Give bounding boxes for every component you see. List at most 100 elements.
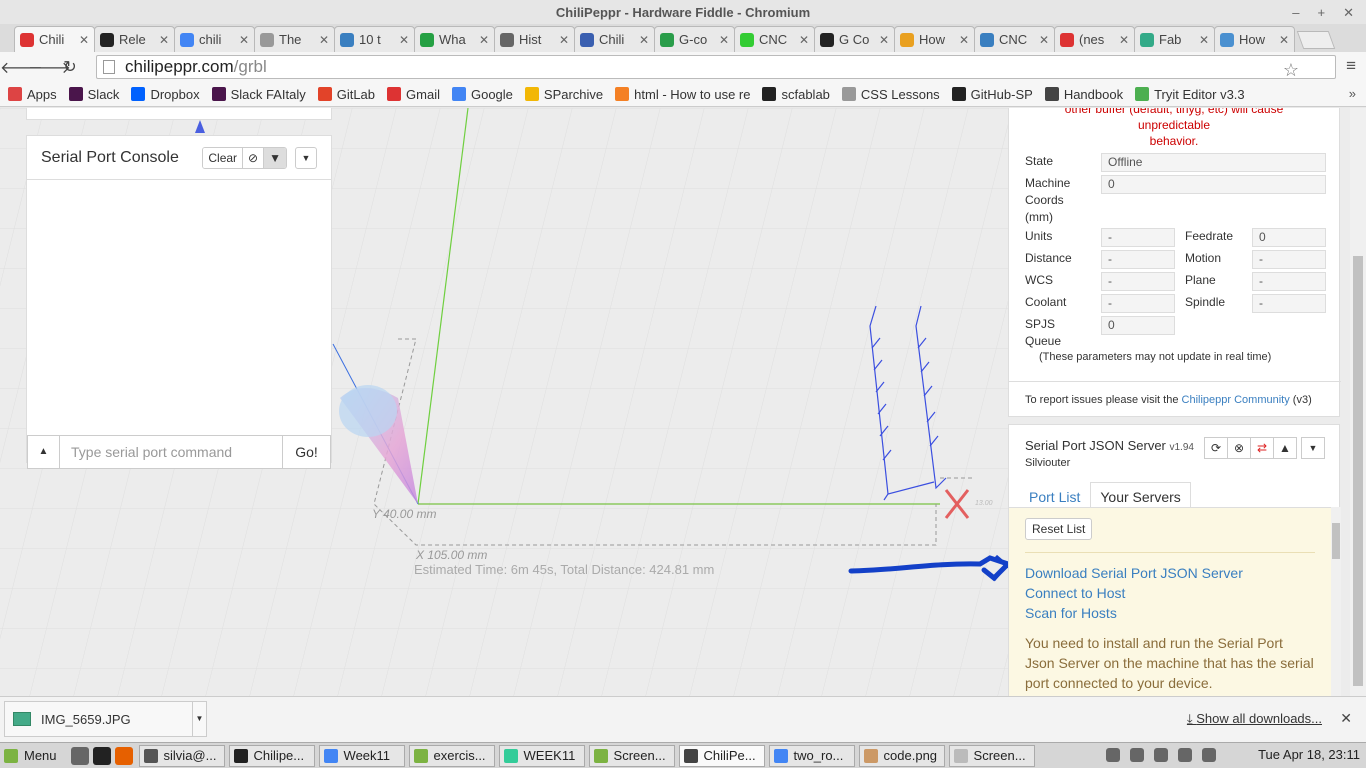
servers-scrollbar[interactable] xyxy=(1331,507,1341,696)
bookmark-item[interactable]: html - How to use re xyxy=(615,87,750,102)
bookmark-item[interactable]: Apps xyxy=(8,87,57,102)
taskbar-window[interactable]: two_ro... xyxy=(768,744,855,767)
firefox-icon[interactable] xyxy=(114,746,133,765)
cycle-icon[interactable]: ⇄ xyxy=(1250,437,1274,459)
forward-icon[interactable]: 🡒 xyxy=(28,57,71,78)
download-spjs-link[interactable]: Download Serial Port JSON Server xyxy=(1025,563,1315,583)
close-tab-icon[interactable]: ✕ xyxy=(799,33,809,47)
taskbar-window[interactable]: WEEK11 xyxy=(498,744,585,767)
close-tab-icon[interactable]: ✕ xyxy=(1039,33,1049,47)
browser-tab[interactable]: Chili ✕ xyxy=(14,26,95,52)
taskbar-window[interactable]: exercis... xyxy=(408,744,495,767)
reset-list-button[interactable]: Reset List xyxy=(1025,518,1093,540)
browser-tab[interactable]: CNC ✕ xyxy=(974,26,1055,52)
taskbar-window[interactable]: silvia@... xyxy=(138,744,225,767)
network-icon[interactable] xyxy=(1130,748,1144,762)
shield-icon[interactable] xyxy=(1106,748,1120,762)
taskbar-window[interactable]: code.png xyxy=(858,744,945,767)
browser-tab[interactable]: chili ✕ xyxy=(174,26,255,52)
spjs-dropdown-icon[interactable]: ▼ xyxy=(1301,437,1325,459)
community-link[interactable]: Chilipeppr Community xyxy=(1182,394,1290,406)
download-menu-icon[interactable]: ▼ xyxy=(192,702,206,736)
bookmark-item[interactable]: Google xyxy=(451,87,513,102)
go-button[interactable]: Go! xyxy=(283,435,331,469)
battery-icon[interactable] xyxy=(1202,748,1216,762)
close-tab-icon[interactable]: ✕ xyxy=(879,33,889,47)
close-tab-icon[interactable]: ✕ xyxy=(159,33,169,47)
browser-tab[interactable]: Fab ✕ xyxy=(1134,26,1215,52)
bookmark-item[interactable]: Tryit Editor v3.3 xyxy=(1135,87,1245,102)
close-tab-icon[interactable]: ✕ xyxy=(479,33,489,47)
collapse-icon[interactable]: ▲ xyxy=(1273,437,1297,459)
browser-tab[interactable]: Chili ✕ xyxy=(574,26,655,52)
close-tab-icon[interactable]: ✕ xyxy=(959,33,969,47)
close-tab-icon[interactable]: ✕ xyxy=(719,33,729,47)
bookmark-item[interactable]: Slack xyxy=(68,87,119,102)
filter-icon[interactable]: ▼ xyxy=(264,147,286,168)
bookmark-item[interactable]: Dropbox xyxy=(131,87,200,102)
bookmark-item[interactable]: GitLab xyxy=(317,87,375,102)
bookmark-item[interactable]: scfablab xyxy=(762,87,830,102)
close-tab-icon[interactable]: ✕ xyxy=(1119,33,1129,47)
browser-tab[interactable]: CNC ✕ xyxy=(734,26,815,52)
bookmarks-overflow-icon[interactable]: » xyxy=(1349,86,1356,101)
menu-button[interactable]: Menu xyxy=(0,745,61,767)
bookmark-item[interactable]: SParchive xyxy=(524,87,603,102)
taskbar-window[interactable]: Week11 xyxy=(318,744,405,767)
close-downloads-icon[interactable]: ✕ xyxy=(1340,710,1352,727)
bluetooth-icon[interactable] xyxy=(1154,748,1168,762)
download-item[interactable]: IMG_5659.JPG ▼ xyxy=(4,701,207,737)
terminal-icon[interactable] xyxy=(92,746,111,765)
browser-tab[interactable]: (nes ✕ xyxy=(1054,26,1135,52)
bookmark-star-icon[interactable]: ☆ xyxy=(1283,60,1299,81)
show-all-downloads-link[interactable]: ⤓ Show all downloads... xyxy=(1187,711,1322,727)
taskbar-window[interactable]: Screen... xyxy=(588,744,675,767)
bookmark-item[interactable]: Gmail xyxy=(387,87,440,102)
console-dropdown-icon[interactable]: ▼ xyxy=(295,146,317,169)
stop-icon[interactable]: ⊗ xyxy=(1227,437,1251,459)
browser-tab[interactable]: G-co ✕ xyxy=(654,26,735,52)
browser-tab[interactable]: Hist ✕ xyxy=(494,26,575,52)
address-bar[interactable]: chilipeppr.com/grbl ☆ xyxy=(96,55,1336,81)
page-scrollbar[interactable] xyxy=(1350,108,1366,696)
browser-tab[interactable]: Rele ✕ xyxy=(94,26,175,52)
bookmark-item[interactable]: GitHub-SP xyxy=(951,87,1033,102)
bookmark-item[interactable]: CSS Lessons xyxy=(841,87,940,102)
close-tab-icon[interactable]: ✕ xyxy=(639,33,649,47)
browser-tab[interactable]: How ✕ xyxy=(1214,26,1295,52)
maximize-icon[interactable]: + xyxy=(1318,0,1326,26)
bookmark-item[interactable]: Slack FAItaly xyxy=(211,87,306,102)
close-tab-icon[interactable]: ✕ xyxy=(1279,33,1289,47)
browser-tab[interactable]: Wha ✕ xyxy=(414,26,495,52)
new-tab-button[interactable] xyxy=(1296,31,1336,49)
browser-tab[interactable]: The ✕ xyxy=(254,26,335,52)
close-tab-icon[interactable]: ✕ xyxy=(319,33,329,47)
pause-icon[interactable]: ⊘ xyxy=(243,147,265,168)
connect-host-link[interactable]: Connect to Host xyxy=(1025,583,1315,603)
volume-icon[interactable] xyxy=(1178,748,1192,762)
close-tab-icon[interactable]: ✕ xyxy=(559,33,569,47)
browser-tab[interactable]: G Co ✕ xyxy=(814,26,895,52)
close-tab-icon[interactable]: ✕ xyxy=(399,33,409,47)
browser-tab[interactable]: 10 t ✕ xyxy=(334,26,415,52)
close-tab-icon[interactable]: ✕ xyxy=(1199,33,1209,47)
back-icon[interactable]: 🡐 xyxy=(0,57,43,78)
files-icon[interactable] xyxy=(70,746,89,765)
refresh-icon[interactable]: ⟳ xyxy=(1204,437,1228,459)
scan-hosts-link[interactable]: Scan for Hosts xyxy=(1025,603,1315,623)
taskbar-window[interactable]: Chilipe... xyxy=(228,744,315,767)
chrome-menu-icon[interactable]: ≡ xyxy=(1346,56,1356,76)
history-up-icon[interactable]: ▲ xyxy=(27,435,60,469)
close-tab-icon[interactable]: ✕ xyxy=(79,33,89,47)
close-window-icon[interactable]: ✕ xyxy=(1343,0,1354,26)
taskbar-window[interactable]: ChiliPe... xyxy=(678,744,765,767)
serial-command-input[interactable]: Type serial port command xyxy=(60,435,283,469)
taskbar-window[interactable]: Screen... xyxy=(948,744,1035,767)
bookmark-item[interactable]: Handbook xyxy=(1044,87,1123,102)
close-tab-icon[interactable]: ✕ xyxy=(239,33,249,47)
coolant-label: Coolant xyxy=(1025,295,1067,309)
reload-icon[interactable]: ↻ xyxy=(56,57,84,77)
clear-button[interactable]: Clear xyxy=(203,147,244,168)
minimize-icon[interactable]: – xyxy=(1292,0,1299,26)
browser-tab[interactable]: How ✕ xyxy=(894,26,975,52)
